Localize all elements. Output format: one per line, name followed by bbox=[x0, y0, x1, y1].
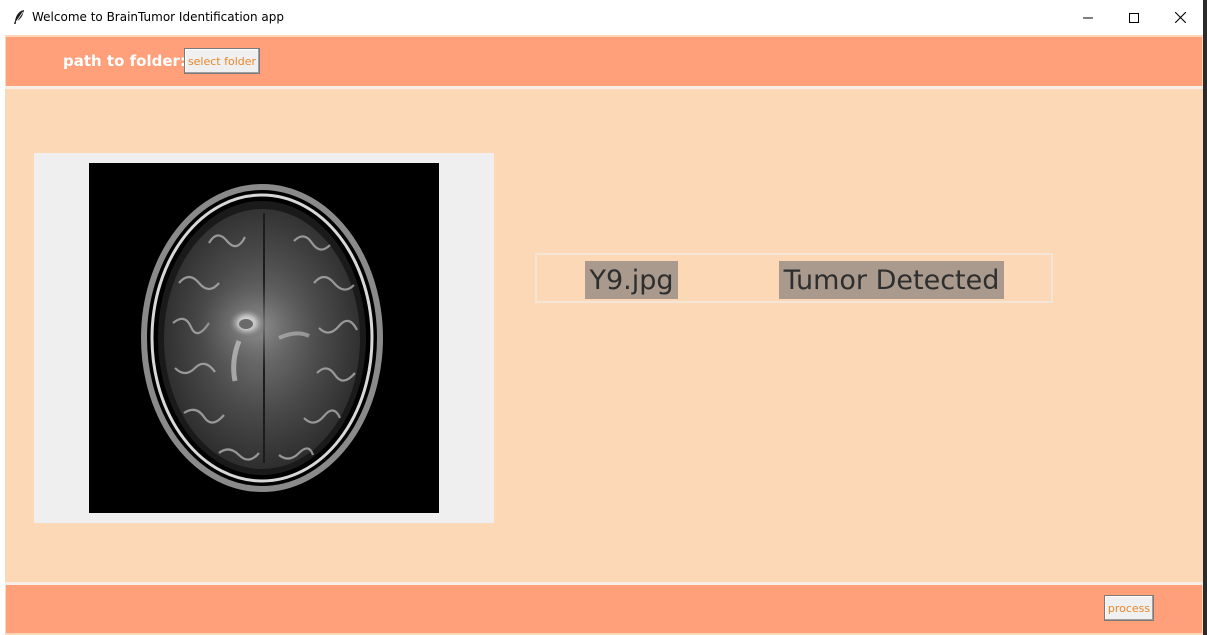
mri-scan-image bbox=[89, 163, 439, 513]
result-status: Tumor Detected bbox=[779, 261, 1004, 299]
process-button[interactable]: process bbox=[1104, 595, 1154, 621]
minimize-icon bbox=[1083, 8, 1093, 27]
result-filename: Y9.jpg bbox=[585, 261, 678, 299]
maximize-button[interactable] bbox=[1111, 0, 1157, 35]
maximize-icon bbox=[1129, 8, 1139, 27]
window-title: Welcome to BrainTumor Identification app bbox=[32, 10, 284, 24]
divider bbox=[5, 86, 1203, 89]
image-panel bbox=[34, 153, 494, 523]
path-label: path to folder: bbox=[63, 52, 186, 70]
title-bar[interactable]: Welcome to BrainTumor Identification app bbox=[0, 0, 1203, 35]
toolbar: path to folder: select folder bbox=[6, 37, 1202, 86]
select-folder-button[interactable]: select folder bbox=[184, 48, 260, 74]
client-area: path to folder: select folder Y9.jpg Tum… bbox=[5, 35, 1203, 635]
feather-icon bbox=[12, 9, 26, 25]
app-window: Welcome to BrainTumor Identification app… bbox=[0, 0, 1203, 635]
result-row: Y9.jpg Tumor Detected bbox=[535, 253, 1053, 303]
minimize-button[interactable] bbox=[1065, 0, 1111, 35]
close-icon bbox=[1174, 8, 1186, 27]
close-button[interactable] bbox=[1157, 0, 1203, 35]
footer-bar: process bbox=[6, 585, 1202, 633]
